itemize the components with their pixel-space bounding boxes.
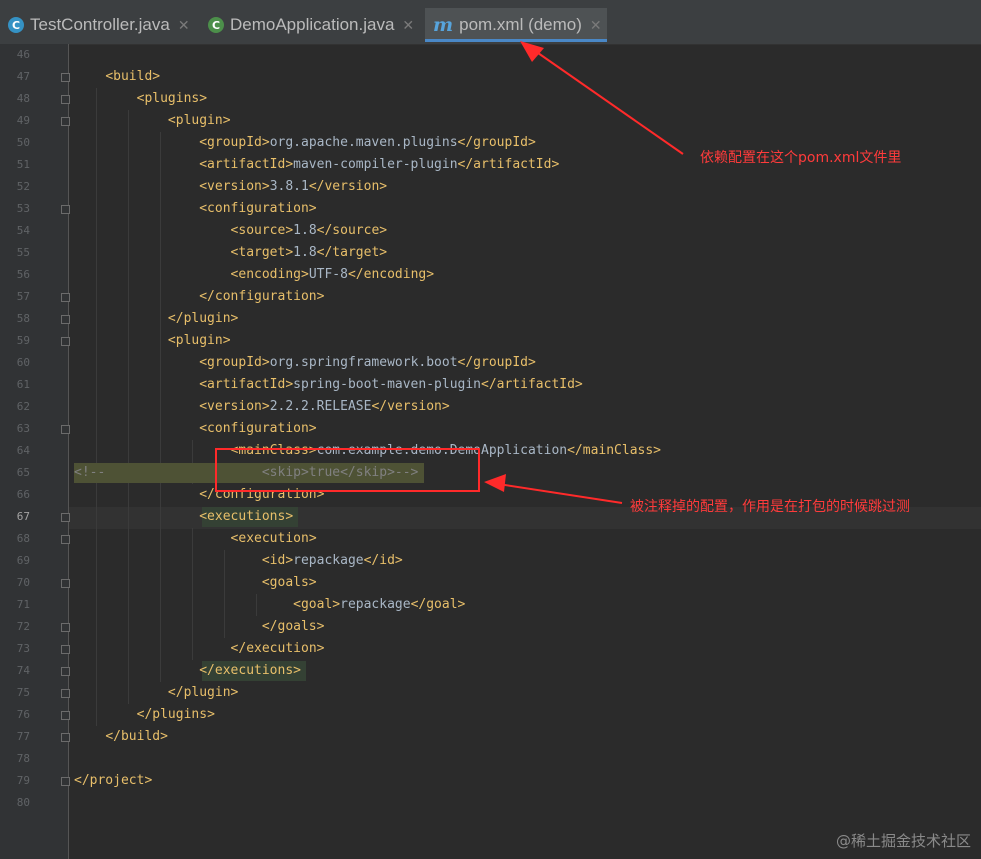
code-line[interactable]: <version>2.2.2.RELEASE</version> bbox=[74, 399, 449, 414]
code-line[interactable]: <artifactId>maven-compiler-plugin</artif… bbox=[74, 157, 559, 172]
code-line[interactable]: <target>1.8</target> bbox=[74, 245, 388, 260]
tab-label: TestController.java bbox=[30, 15, 170, 34]
line-number: 73 bbox=[16, 642, 30, 655]
line-number: 57 bbox=[16, 290, 30, 303]
code-line[interactable]: </goals> bbox=[74, 619, 325, 634]
line-number: 69 bbox=[16, 554, 30, 567]
close-icon[interactable]: ✕ bbox=[178, 17, 190, 34]
line-number: 47 bbox=[16, 70, 30, 83]
line-number: 64 bbox=[16, 444, 30, 457]
code-line[interactable]: </project> bbox=[74, 773, 152, 788]
code-line[interactable]: <goals> bbox=[74, 575, 317, 590]
line-number: 52 bbox=[16, 180, 30, 193]
code-line[interactable]: </plugin> bbox=[74, 311, 238, 326]
line-number: 48 bbox=[16, 92, 30, 105]
fold-marker-icon[interactable] bbox=[61, 205, 70, 214]
spring-class-icon: C bbox=[208, 17, 224, 33]
fold-marker-icon[interactable] bbox=[61, 535, 70, 544]
fold-marker-icon[interactable] bbox=[61, 689, 70, 698]
code-line[interactable]: <plugin> bbox=[74, 333, 231, 348]
fold-marker-icon[interactable] bbox=[61, 425, 70, 434]
code-line[interactable]: <plugin> bbox=[74, 113, 231, 128]
close-icon[interactable]: ✕ bbox=[590, 17, 602, 34]
fold-marker-icon[interactable] bbox=[61, 117, 70, 126]
line-number: 65 bbox=[16, 466, 30, 479]
editor-tab-bar: C TestController.java ✕ C DemoApplicatio… bbox=[0, 0, 981, 45]
fold-marker-icon[interactable] bbox=[61, 623, 70, 632]
fold-marker-icon[interactable] bbox=[61, 645, 70, 654]
tab-label: pom.xml (demo) bbox=[459, 15, 582, 34]
close-icon[interactable]: ✕ bbox=[402, 17, 414, 34]
line-number: 76 bbox=[16, 708, 30, 721]
fold-marker-icon[interactable] bbox=[61, 513, 70, 522]
tab-demoapplication[interactable]: C DemoApplication.java ✕ bbox=[208, 8, 420, 42]
line-number: 68 bbox=[16, 532, 30, 545]
java-class-icon: C bbox=[8, 17, 24, 33]
fold-marker-icon[interactable] bbox=[61, 315, 70, 324]
maven-icon: m bbox=[433, 14, 454, 36]
code-line[interactable]: <id>repackage</id> bbox=[74, 553, 403, 568]
line-number: 78 bbox=[16, 752, 30, 765]
line-number: 67 bbox=[16, 510, 30, 523]
code-line[interactable]: <groupId>org.apache.maven.plugins</group… bbox=[74, 135, 536, 150]
fold-marker-icon[interactable] bbox=[61, 667, 70, 676]
code-line[interactable]: <plugins> bbox=[74, 91, 207, 106]
tab-pom-xml[interactable]: m pom.xml (demo) ✕ bbox=[425, 8, 607, 42]
line-number: 51 bbox=[16, 158, 30, 171]
fold-marker-icon[interactable] bbox=[61, 73, 70, 82]
code-line[interactable]: <goal>repackage</goal> bbox=[74, 597, 465, 612]
code-line[interactable]: <encoding>UTF-8</encoding> bbox=[74, 267, 435, 282]
code-line[interactable]: <source>1.8</source> bbox=[74, 223, 388, 238]
code-line[interactable]: </plugins> bbox=[74, 707, 215, 722]
line-number: 77 bbox=[16, 730, 30, 743]
line-number: 53 bbox=[16, 202, 30, 215]
line-number: 61 bbox=[16, 378, 30, 391]
line-number: 72 bbox=[16, 620, 30, 633]
code-line[interactable]: <execution> bbox=[74, 531, 317, 546]
fold-marker-icon[interactable] bbox=[61, 733, 70, 742]
code-line[interactable]: <configuration> bbox=[74, 201, 316, 216]
fold-marker-icon[interactable] bbox=[61, 579, 70, 588]
fold-marker-icon[interactable] bbox=[61, 95, 70, 104]
code-line[interactable]: </executions> bbox=[74, 663, 301, 678]
line-number: 79 bbox=[16, 774, 30, 787]
annotation-skip-note: 被注释掉的配置，作用是在打包的时候跳过测 bbox=[630, 499, 910, 515]
code-line[interactable]: <build> bbox=[74, 69, 160, 84]
line-number: 80 bbox=[16, 796, 30, 809]
line-number: 49 bbox=[16, 114, 30, 127]
line-number: 46 bbox=[16, 48, 30, 61]
line-number: 58 bbox=[16, 312, 30, 325]
line-number: 60 bbox=[16, 356, 30, 369]
line-number: 75 bbox=[16, 686, 30, 699]
line-number: 50 bbox=[16, 136, 30, 149]
code-line[interactable]: <artifactId>spring-boot-maven-plugin</ar… bbox=[74, 377, 583, 392]
annotation-pom-note: 依赖配置在这个pom.xml文件里 bbox=[700, 150, 902, 166]
line-number: 70 bbox=[16, 576, 30, 589]
tab-label: DemoApplication.java bbox=[230, 15, 395, 34]
line-number: 63 bbox=[16, 422, 30, 435]
line-number: 66 bbox=[16, 488, 30, 501]
fold-marker-icon[interactable] bbox=[61, 711, 70, 720]
code-line[interactable]: <groupId>org.springframework.boot</group… bbox=[74, 355, 536, 370]
code-line[interactable]: </execution> bbox=[74, 641, 325, 656]
line-number: 71 bbox=[16, 598, 30, 611]
line-number: 55 bbox=[16, 246, 30, 259]
fold-marker-icon[interactable] bbox=[61, 337, 70, 346]
line-number: 54 bbox=[16, 224, 30, 237]
tab-testcontroller[interactable]: C TestController.java ✕ bbox=[8, 8, 198, 42]
code-line[interactable]: <configuration> bbox=[74, 421, 316, 436]
annotation-box bbox=[215, 448, 480, 492]
watermark: @稀土掘金技术社区 bbox=[835, 832, 971, 850]
code-line[interactable]: <version>3.8.1</version> bbox=[74, 179, 387, 194]
line-number: 56 bbox=[16, 268, 30, 281]
line-number: 62 bbox=[16, 400, 30, 413]
fold-marker-icon[interactable] bbox=[61, 777, 70, 786]
code-line[interactable]: </plugin> bbox=[74, 685, 238, 700]
line-number: 74 bbox=[16, 664, 30, 677]
fold-marker-icon[interactable] bbox=[61, 293, 70, 302]
code-line[interactable]: </build> bbox=[74, 729, 168, 744]
code-line[interactable]: </configuration> bbox=[74, 289, 324, 304]
line-number: 59 bbox=[16, 334, 30, 347]
code-line[interactable]: <executions> bbox=[74, 509, 293, 524]
